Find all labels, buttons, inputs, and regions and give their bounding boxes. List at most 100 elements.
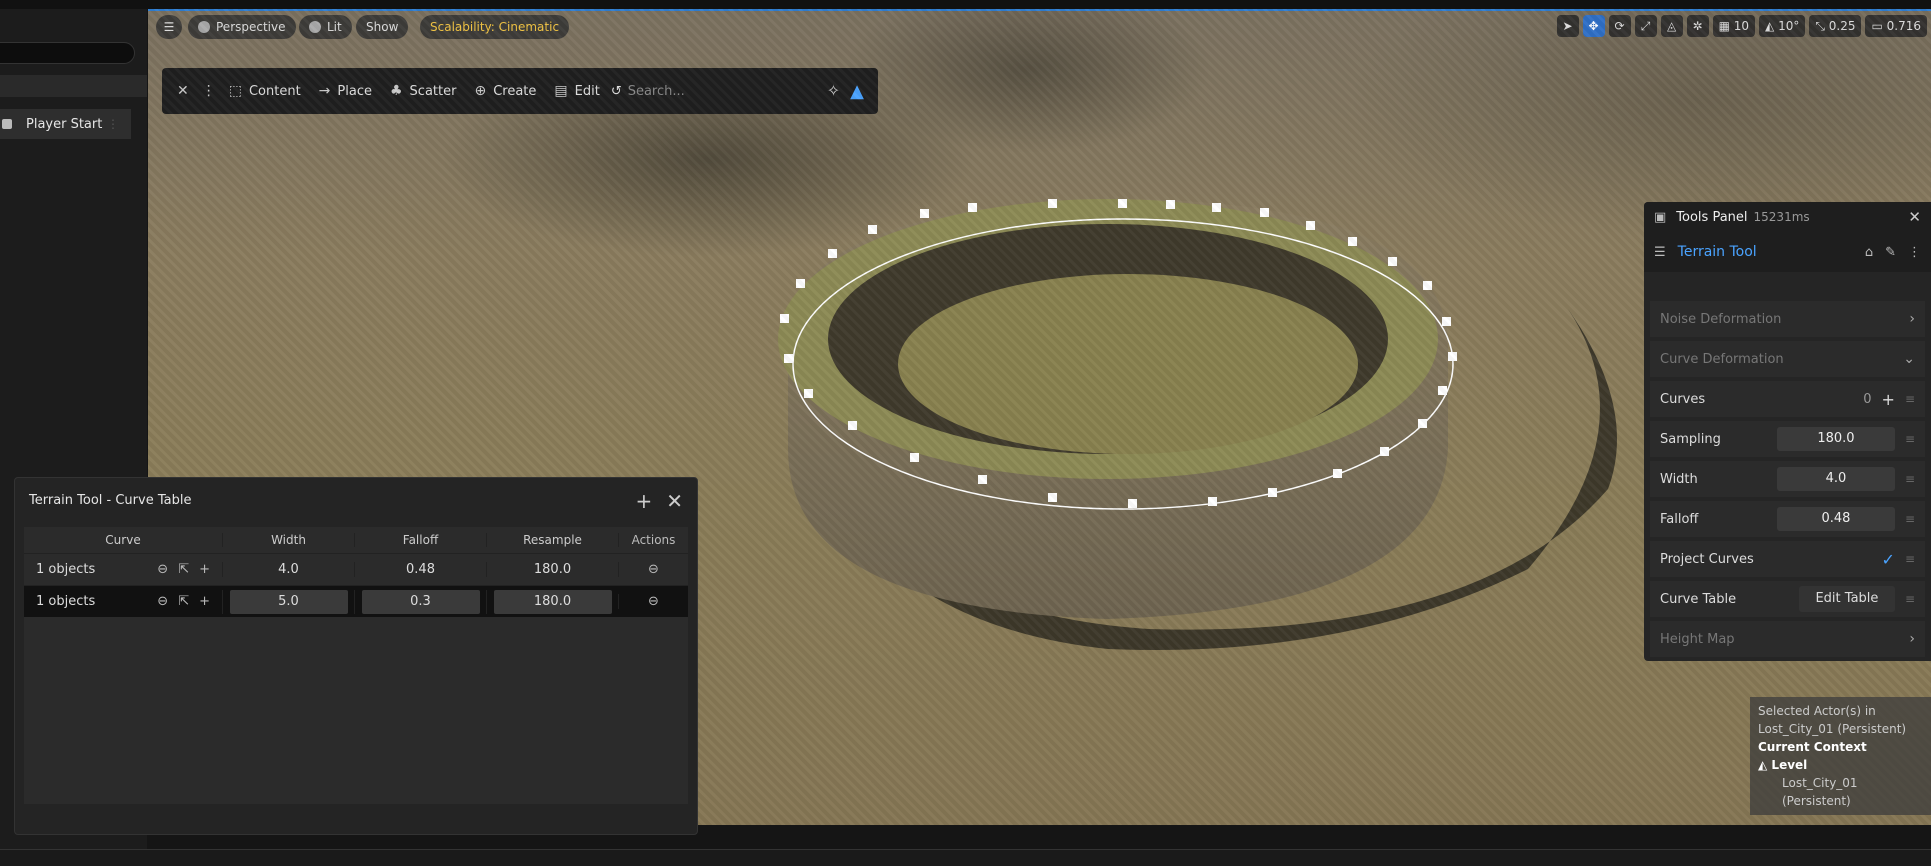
- table-row[interactable]: 1 objects ⊖ ⇱ + 4.0 0.48 180.0 ⊖: [24, 553, 688, 585]
- edit-mode-button[interactable]: ▤ Edit: [545, 76, 608, 106]
- lit-button[interactable]: Lit: [299, 15, 352, 39]
- rotate-snap-button[interactable]: ◭ 10°: [1759, 15, 1806, 37]
- width-input[interactable]: 5.0: [229, 589, 348, 614]
- create-mode-button[interactable]: ⊕ Create: [465, 76, 545, 106]
- rotate-icon[interactable]: ⟳: [1608, 15, 1631, 37]
- camera-speed-button[interactable]: ▭ 0.716: [1865, 15, 1927, 37]
- tools-panel-timing: 15231ms: [1753, 210, 1810, 224]
- context-info-box: Selected Actor(s) in Lost_City_01 (Persi…: [1750, 697, 1931, 815]
- sampling-input[interactable]: 180.0: [1776, 427, 1895, 451]
- player-start-icon: [2, 119, 12, 129]
- cube-icon: [198, 21, 210, 33]
- plus-icon[interactable]: +: [199, 562, 210, 577]
- surface-snap-icon[interactable]: ✲: [1686, 15, 1709, 37]
- sparkle-icon[interactable]: ✧: [827, 81, 840, 102]
- more-options-button[interactable]: ⋮: [198, 76, 220, 106]
- select-pointer-icon[interactable]: ⇱: [178, 562, 189, 577]
- tree-icon: ♣: [389, 83, 403, 99]
- resample-cell[interactable]: 180.0: [486, 562, 618, 577]
- create-label: Create: [493, 83, 537, 99]
- edit-table-button[interactable]: Edit Table: [1798, 586, 1895, 612]
- show-button[interactable]: Show: [356, 15, 409, 39]
- width-cell[interactable]: 4.0: [222, 562, 354, 577]
- coordinate-space-icon[interactable]: ◬: [1660, 15, 1683, 37]
- minus-circle-icon[interactable]: ⊖: [157, 562, 168, 577]
- chevron-right-icon: ›: [1909, 631, 1915, 647]
- history-icon[interactable]: ↺: [609, 76, 624, 106]
- selected-actors-label: Selected Actor(s) in: [1758, 704, 1876, 718]
- content-mode-button[interactable]: ⬚ Content: [220, 76, 310, 106]
- close-icon[interactable]: ✕: [1908, 208, 1921, 226]
- table-row[interactable]: 1 objects ⊖ ⇱ + 5.0 0.3 180.0 ⊖: [24, 585, 688, 617]
- sphere-icon: [309, 21, 321, 33]
- perspective-button[interactable]: Perspective: [188, 15, 296, 39]
- filter-icon[interactable]: ≡: [1905, 512, 1915, 526]
- curve-deformation-section[interactable]: Curve Deformation ⌄: [1650, 341, 1925, 377]
- close-modes-button[interactable]: ✕: [168, 76, 198, 106]
- scalability-button[interactable]: Scalability: Cinematic: [420, 15, 570, 39]
- drag-handle-icon[interactable]: ⋮: [107, 117, 119, 131]
- rotate-snap-value: 10°: [1778, 19, 1800, 33]
- plus-circle-icon: ⊕: [474, 83, 487, 99]
- height-map-section[interactable]: Height Map ›: [1650, 621, 1925, 657]
- curve-table-label: Curve Table: [1660, 591, 1737, 607]
- translate-icon[interactable]: ✥: [1582, 15, 1605, 37]
- curve-table-row: Curve Table Edit Table ≡: [1650, 581, 1925, 617]
- select-pointer-icon[interactable]: ⇱: [178, 594, 189, 609]
- scale-snap-button[interactable]: ⤡ 0.25: [1809, 15, 1862, 37]
- outliner-item-player-start[interactable]: Player Start ⋮: [0, 109, 131, 139]
- selected-actors-level: Lost_City_01 (Persistent): [1758, 722, 1907, 736]
- falloff-input[interactable]: 0.3: [361, 589, 480, 614]
- filter-icon[interactable]: ≡: [1905, 592, 1915, 606]
- arrow-right-icon: →: [318, 83, 331, 99]
- edit-label: Edit: [574, 83, 600, 99]
- plus-icon[interactable]: +: [1882, 390, 1895, 409]
- pin-icon[interactable]: ✎: [1885, 245, 1896, 260]
- mode-search-input[interactable]: Search...: [628, 84, 685, 99]
- place-mode-button[interactable]: → Place: [310, 76, 381, 106]
- project-curves-row: Project Curves ✓ ≡: [1650, 541, 1925, 577]
- plus-icon[interactable]: +: [199, 594, 210, 609]
- scale-icon[interactable]: ⤢: [1634, 15, 1657, 37]
- noise-deformation-section[interactable]: Noise Deformation ›: [1650, 301, 1925, 337]
- show-label: Show: [366, 20, 399, 34]
- level-icon: ◭: [1758, 758, 1768, 772]
- resample-input[interactable]: 180.0: [493, 589, 612, 614]
- column-header-falloff: Falloff: [354, 533, 486, 547]
- outliner-header: [0, 75, 147, 97]
- close-icon[interactable]: ✕: [666, 489, 683, 513]
- remove-row-icon[interactable]: ⊖: [648, 562, 659, 577]
- hamburger-icon: ☰: [163, 20, 175, 34]
- falloff-cell[interactable]: 0.48: [354, 562, 486, 577]
- viewport-menu-button[interactable]: ☰: [156, 15, 182, 39]
- curve-table-window: Terrain Tool - Curve Table + ✕ Curve Wid…: [14, 477, 698, 835]
- falloff-input[interactable]: 0.48: [1776, 507, 1895, 531]
- width-input[interactable]: 4.0: [1776, 467, 1895, 491]
- project-curves-checkbox[interactable]: ✓: [1882, 550, 1895, 569]
- filter-icon[interactable]: ≡: [1905, 392, 1915, 406]
- grid-snap-button[interactable]: ▦ 10: [1712, 15, 1756, 37]
- outliner-search-input[interactable]: [0, 42, 135, 64]
- kebab-icon[interactable]: ⋮: [1908, 245, 1921, 260]
- column-header-resample: Resample: [486, 533, 618, 547]
- filter-icon[interactable]: ≡: [1905, 432, 1915, 446]
- ai-assistant-icon[interactable]: ▲: [850, 81, 864, 102]
- section-label: Height Map: [1660, 631, 1735, 647]
- curve-table-title: Terrain Tool - Curve Table: [29, 493, 192, 508]
- scatter-label: Scatter: [409, 83, 457, 99]
- level-row: ◭ Level: [1758, 756, 1923, 774]
- minus-circle-icon[interactable]: ⊖: [157, 594, 168, 609]
- basket-icon[interactable]: ⌂: [1865, 245, 1873, 260]
- column-header-width: Width: [222, 533, 354, 547]
- filter-icon[interactable]: ≡: [1905, 472, 1915, 486]
- remove-row-icon[interactable]: ⊖: [648, 594, 659, 609]
- select-icon[interactable]: ➤: [1556, 15, 1579, 37]
- scatter-mode-button[interactable]: ♣ Scatter: [381, 76, 465, 106]
- plus-icon[interactable]: +: [635, 489, 652, 513]
- filter-icon[interactable]: ≡: [1905, 552, 1915, 566]
- curve-cell: 1 objects: [36, 562, 96, 577]
- table-header-row: Curve Width Falloff Resample Actions: [24, 527, 688, 553]
- list-icon[interactable]: ☰: [1654, 245, 1666, 260]
- status-bar: [0, 849, 1931, 866]
- tool-name[interactable]: Terrain Tool: [1678, 244, 1757, 260]
